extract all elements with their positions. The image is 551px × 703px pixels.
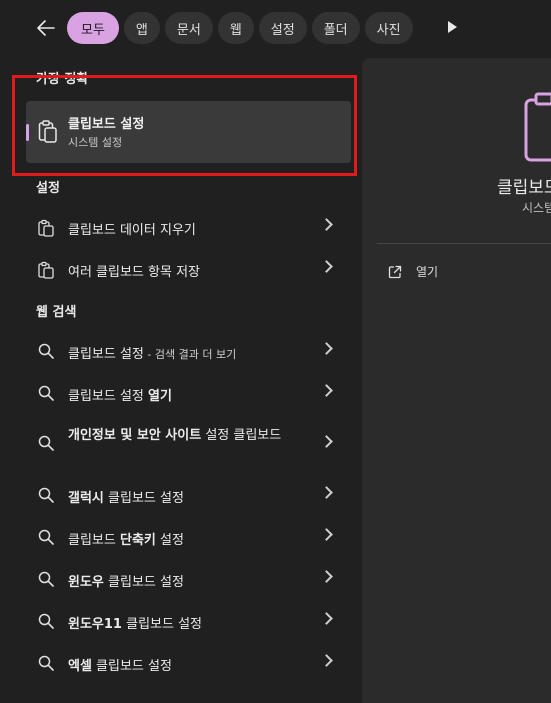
web-search-label: 클립보드 설정 열기 (68, 389, 172, 404)
settings-heading: 설정 (36, 181, 60, 196)
search-icon (38, 655, 54, 671)
chevron-right-icon (320, 570, 333, 583)
settings-item-clear-clipboard[interactable]: 클립보드 데이터 지우기 (26, 209, 351, 245)
back-button[interactable] (33, 15, 59, 41)
tab-documents[interactable]: 문서 (164, 12, 213, 44)
chevron-right-icon (320, 218, 333, 231)
web-search-item[interactable]: 클립보드 설정 - 검색 결과 더 보기 (26, 333, 351, 369)
web-search-item[interactable]: 윈도우11 클립보드 설정 (26, 603, 351, 639)
search-icon (38, 613, 54, 629)
tab-settings[interactable]: 설정 (258, 12, 307, 44)
chevron-right-icon (320, 486, 333, 499)
web-search-item[interactable]: 윈도우 클립보드 설정 (26, 561, 351, 597)
results-list: 가장 정확 클립보드 설정 시스템 설정 설정 클립보드 데이터 지우기 여러 … (0, 56, 362, 703)
clipboard-icon (38, 261, 54, 279)
tab-web[interactable]: 웹 (217, 12, 254, 44)
back-arrow-icon (37, 20, 55, 36)
filter-tabs: 모두 앱 문서 웹 설정 폴더 사진 (67, 12, 413, 44)
settings-item-label: 클립보드 데이터 지우기 (68, 223, 196, 238)
preview-panel: 클립보드 시스템 열기 (362, 58, 551, 703)
search-icon (38, 343, 54, 359)
settings-item-label: 여러 클립보드 항목 저장 (68, 265, 200, 280)
web-search-item[interactable]: 클립보드 설정 열기 (26, 375, 351, 411)
chevron-right-icon (320, 528, 333, 541)
web-search-label: 개인정보 및 보안 사이트 설정 클립보드 (68, 428, 282, 443)
web-search-item[interactable]: 클립보드 단축키 설정 (26, 519, 351, 555)
chevron-right-icon (320, 384, 333, 397)
highlight-box (12, 75, 357, 176)
preview-title: 클립보드 (497, 178, 551, 198)
search-icon (38, 435, 54, 451)
chevron-right-icon (320, 260, 333, 273)
open-label: 열기 (416, 265, 439, 279)
preview-subtitle: 시스템 (522, 201, 551, 215)
chevron-right-icon (320, 342, 333, 355)
tab-photos[interactable]: 사진 (364, 12, 413, 44)
web-search-item[interactable]: 개인정보 및 보안 사이트 설정 클립보드 (26, 417, 351, 469)
search-icon (38, 385, 54, 401)
play-more-icon[interactable] (448, 21, 457, 33)
clipboard-icon (524, 92, 551, 162)
web-search-item[interactable]: 갤럭시 클립보드 설정 (26, 477, 351, 513)
divider (377, 243, 551, 244)
open-external-icon (388, 265, 402, 278)
search-filter-bar: 모두 앱 문서 웹 설정 폴더 사진 (0, 0, 551, 56)
search-icon (38, 571, 54, 587)
chevron-right-icon (320, 435, 333, 448)
search-icon (38, 529, 54, 545)
web-search-label: 갤럭시 클립보드 설정 (68, 491, 184, 506)
open-button[interactable]: 열기 (388, 263, 438, 280)
web-search-label: 윈도우 클립보드 설정 (68, 575, 184, 590)
tab-folders[interactable]: 폴더 (311, 12, 360, 44)
clipboard-icon (38, 219, 54, 237)
web-search-item[interactable]: 엑셀 클립보드 설정 (26, 645, 351, 681)
tab-apps[interactable]: 앱 (123, 12, 160, 44)
chevron-right-icon (320, 654, 333, 667)
settings-item-save-multiple[interactable]: 여러 클립보드 항목 저장 (26, 251, 351, 287)
web-search-label: 클립보드 단축키 설정 (68, 533, 184, 548)
web-search-label: 윈도우11 클립보드 설정 (68, 617, 203, 632)
web-search-label: 클립보드 설정 - 검색 결과 더 보기 (68, 347, 237, 362)
chevron-right-icon (320, 612, 333, 625)
web-search-label: 엑셀 클립보드 설정 (68, 659, 172, 674)
tab-all[interactable]: 모두 (67, 12, 119, 44)
search-icon (38, 487, 54, 503)
web-search-heading: 웹 검색 (36, 305, 77, 320)
